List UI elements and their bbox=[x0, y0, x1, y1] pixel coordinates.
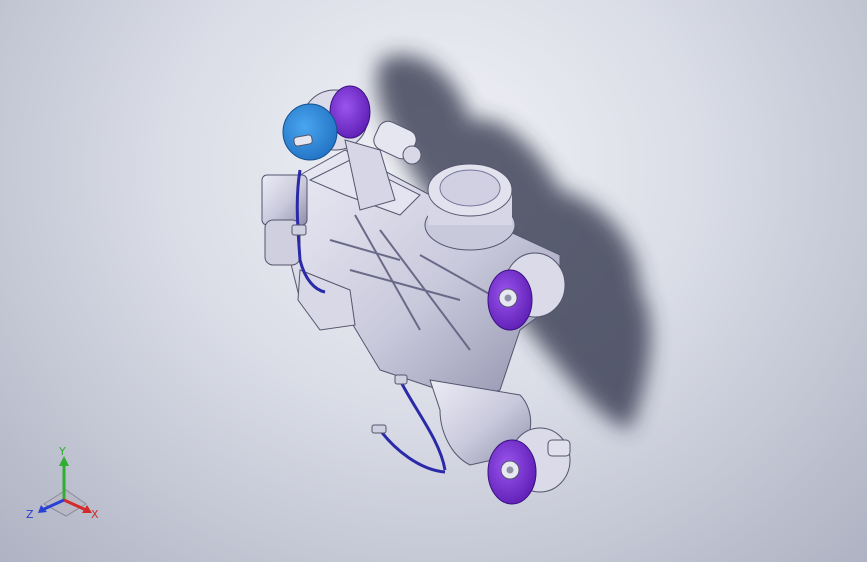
y-axis-label: Y bbox=[58, 446, 66, 458]
blue-end-cap bbox=[282, 103, 338, 161]
3d-model-canvas[interactable] bbox=[0, 0, 867, 562]
x-axis-label: X bbox=[91, 508, 99, 521]
gear-cover bbox=[424, 163, 516, 251]
coordinate-triad: Y X Z bbox=[26, 446, 99, 521]
z-axis-label: Z bbox=[26, 508, 34, 521]
side-actuator-box bbox=[261, 174, 308, 226]
graphics-viewport[interactable]: Y X Z bbox=[0, 0, 867, 562]
